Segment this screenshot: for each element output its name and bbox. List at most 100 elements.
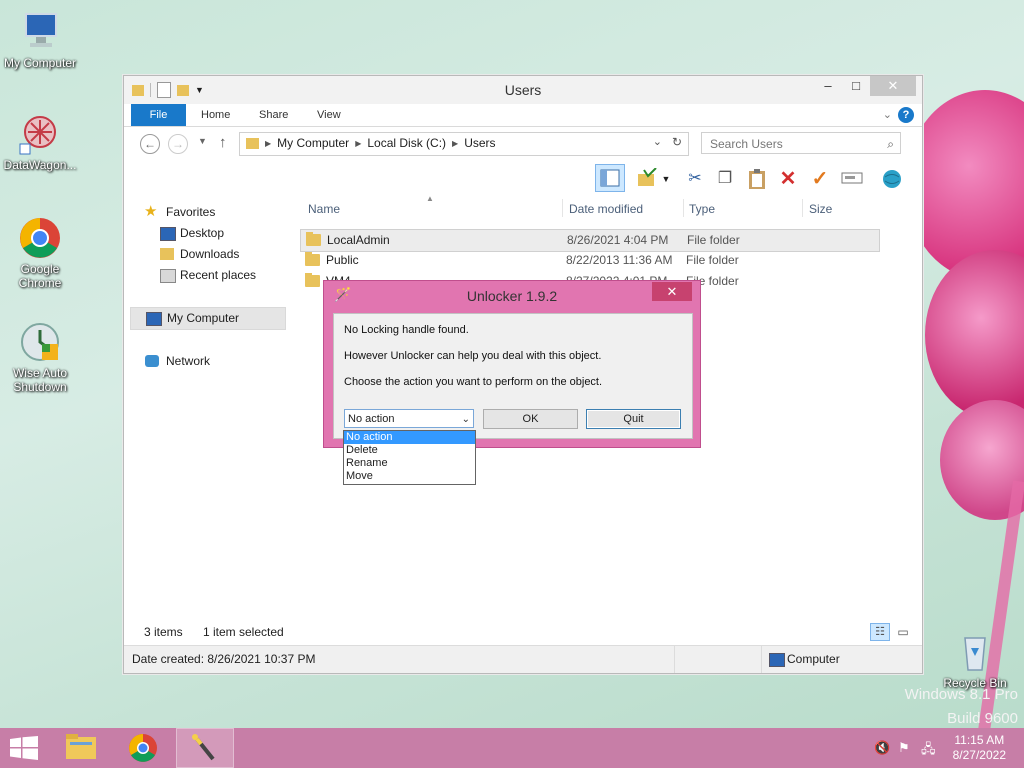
breadcrumb-separator-icon: ▶ <box>265 138 272 148</box>
desktop-icon-recycle-bin[interactable]: Recycle Bin <box>935 630 1015 690</box>
desktop-icon-wise-auto-shutdown[interactable]: Wise Auto Shutdown <box>0 320 80 394</box>
desktop-icon-datawagon[interactable]: DataWagon... <box>0 112 80 172</box>
status-selection: 1 item selected <box>203 625 284 639</box>
recent-locations-icon[interactable]: ▼ <box>198 136 207 146</box>
file-list: Name ▲ Date modified Type Size LocalAdmi… <box>300 194 884 288</box>
delete-icon[interactable]: ✕ <box>777 168 799 190</box>
dropdown-option-delete[interactable]: Delete <box>344 444 475 457</box>
dialog-close-button[interactable]: ✕ <box>652 282 692 301</box>
clock-time: 11:15 AM <box>954 733 1005 747</box>
taskbar: 🔇 ⚑ 🖧 11:15 AM 8/27/2022 <box>0 728 1024 768</box>
tab-view[interactable]: View <box>317 104 341 126</box>
dialog-title: Unlocker 1.9.2 <box>466 288 558 304</box>
checkmark-icon[interactable]: ✓ <box>809 168 831 190</box>
desktop-icon <box>160 227 176 241</box>
recent-places-icon <box>160 269 176 283</box>
action-center-flag-icon[interactable]: ⚑ <box>898 740 910 756</box>
column-type[interactable]: Type <box>689 202 715 216</box>
ribbon-tabs: File Home Share View ⌄ ? <box>124 104 922 127</box>
nav-downloads[interactable]: Downloads <box>130 244 290 265</box>
start-button[interactable] <box>10 736 38 763</box>
breadcrumb-my-computer[interactable]: My Computer <box>277 136 349 150</box>
title-bar[interactable]: ▼ Users – □ ✕ <box>124 76 922 104</box>
taskbar-chrome[interactable] <box>114 728 172 768</box>
details-date-created: Date created: 8/26/2021 10:37 PM <box>132 652 316 666</box>
maximize-button[interactable]: □ <box>842 76 870 96</box>
nav-favorites[interactable]: ★ Favorites <box>130 202 290 223</box>
column-size[interactable]: Size <box>809 202 832 216</box>
desktop-icon-label: DataWagon... <box>3 158 77 172</box>
status-item-count: 3 items <box>144 625 183 639</box>
rename-icon[interactable] <box>841 168 863 190</box>
chrome-icon <box>18 216 62 260</box>
windows-logo-icon <box>10 736 38 760</box>
quit-button[interactable]: Quit <box>586 409 681 429</box>
minimize-button[interactable]: – <box>814 76 842 96</box>
wallpaper-flower-petal <box>925 250 1024 420</box>
nav-network[interactable]: Network <box>130 351 290 372</box>
taskbar-file-explorer[interactable] <box>52 728 110 768</box>
dropdown-option-rename[interactable]: Rename <box>344 457 475 470</box>
breadcrumb-users[interactable]: Users <box>464 136 495 150</box>
forward-button[interactable]: → <box>168 134 188 154</box>
system-clock[interactable]: 11:15 AM 8/27/2022 <box>953 733 1006 763</box>
network-icon <box>145 355 159 367</box>
unlocker-wand-icon <box>192 734 215 761</box>
breadcrumb-local-disk[interactable]: Local Disk (C:) <box>367 136 446 150</box>
star-icon: ★ <box>144 203 158 220</box>
details-location: Computer <box>787 652 840 666</box>
dropdown-option-no-action[interactable]: No action <box>344 431 475 444</box>
datawagon-icon <box>18 112 62 156</box>
details-view-button[interactable]: ☷ <box>870 623 890 641</box>
desktop-icon-label: Recycle Bin <box>943 676 1007 690</box>
large-icons-view-button[interactable]: ▭ <box>894 623 912 641</box>
row-type: File folder <box>686 253 739 267</box>
ok-button[interactable]: OK <box>483 409 578 429</box>
preview-pane-button[interactable] <box>595 164 625 192</box>
close-button[interactable]: ✕ <box>870 76 916 96</box>
desktop-icon-label: Wise Auto Shutdown <box>12 366 68 394</box>
tab-home[interactable]: Home <box>201 104 230 126</box>
network-status-icon[interactable]: 🖧 <box>921 740 936 762</box>
cut-icon[interactable]: ✂ <box>684 168 706 190</box>
help-icon[interactable]: ? <box>898 107 914 123</box>
table-row[interactable]: Public 8/22/2013 11:36 AM File folder <box>300 250 878 271</box>
folder-options-icon[interactable] <box>636 167 658 190</box>
dialog-body: No Locking handle found. However Unlocke… <box>333 313 693 439</box>
tab-share[interactable]: Share <box>259 104 288 126</box>
nav-recent-places[interactable]: Recent places <box>130 265 290 286</box>
nav-my-computer[interactable]: My Computer <box>130 307 286 330</box>
up-button[interactable]: ↑ <box>219 134 227 151</box>
details-pane: Date created: 8/26/2021 10:37 PM Compute… <box>124 645 922 673</box>
row-date: 8/26/2021 4:04 PM <box>567 233 669 247</box>
desktop-icon-google-chrome[interactable]: Google Chrome <box>0 216 80 290</box>
desktop-icon-my-computer[interactable]: My Computer <box>0 10 80 70</box>
desktop-icon-label: My Computer <box>3 56 77 70</box>
dropdown-option-move[interactable]: Move <box>344 470 475 483</box>
address-dropdown-icon[interactable]: ⌄ <box>653 135 662 148</box>
row-name: Public <box>326 253 359 267</box>
tab-file[interactable]: File <box>131 104 186 126</box>
desktop-icon-label: Google Chrome <box>18 262 62 290</box>
globe-icon[interactable] <box>881 168 903 190</box>
address-bar[interactable]: ▶ My Computer ▶ Local Disk (C:) ▶ Users … <box>239 132 689 156</box>
action-select[interactable]: No action ⌄ <box>344 409 474 428</box>
unlocker-dialog: 🪄 Unlocker 1.9.2 ✕ No Locking handle fou… <box>323 280 701 448</box>
nav-desktop[interactable]: Desktop <box>130 223 290 244</box>
copy-icon[interactable]: ❐ <box>714 168 736 190</box>
volume-muted-icon[interactable]: 🔇 <box>874 740 890 756</box>
windows-build-watermark: Build 9600 <box>947 710 1018 727</box>
action-dropdown-list: No action Delete Rename Move <box>343 430 476 485</box>
search-input[interactable]: Search Users ⌕ <box>701 132 901 154</box>
table-row[interactable]: LocalAdmin 8/26/2021 4:04 PM File folder <box>300 229 880 252</box>
navigation-pane: ★ Favorites Desktop Downloads Recent pla… <box>130 202 290 372</box>
refresh-icon[interactable]: ↻ <box>672 135 682 149</box>
folder-options-dropdown-icon[interactable]: ▼ <box>661 168 671 190</box>
paste-icon[interactable] <box>746 168 768 190</box>
back-button[interactable]: ← <box>140 134 160 154</box>
column-name[interactable]: Name <box>308 202 340 216</box>
dialog-message-line3: Choose the action you want to perform on… <box>344 376 603 388</box>
taskbar-unlocker[interactable] <box>176 728 234 768</box>
expand-ribbon-icon[interactable]: ⌄ <box>883 104 892 126</box>
column-date-modified[interactable]: Date modified <box>569 202 643 216</box>
